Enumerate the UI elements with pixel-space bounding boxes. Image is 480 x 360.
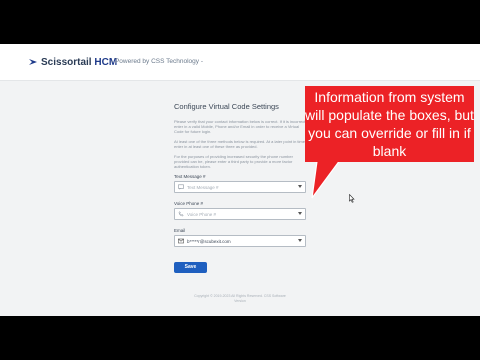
voice-phone-label: Voice Phone # — [174, 201, 204, 206]
chevron-down-icon — [298, 185, 302, 188]
text-message-value: Text Message # — [187, 184, 219, 190]
annotation-callout: Information from system will populate th… — [305, 86, 474, 162]
envelope-icon — [177, 237, 185, 245]
chevron-down-icon — [298, 212, 302, 215]
app-window: Scissortail HCM - Powered by CSS Technol… — [0, 44, 480, 316]
voice-phone-select[interactable]: Voice Phone # — [174, 208, 306, 220]
voice-phone-value: Voice Phone # — [187, 211, 217, 217]
mouse-cursor-icon — [349, 194, 355, 203]
brand-name: Scissortail HCM — [41, 56, 118, 68]
powered-by-text: - Powered by CSS Technology - — [111, 58, 204, 65]
virtual-code-settings-form: Configure Virtual Code Settings Please v… — [174, 102, 308, 273]
copyright-footer: Copyright © 2019-2023 All Rights Reserve… — [194, 294, 286, 303]
email-select[interactable]: b*****r@scubexit.com — [174, 235, 306, 247]
page-title: Configure Virtual Code Settings — [174, 102, 279, 111]
text-message-label: Text Message # — [174, 174, 206, 179]
text-message-select[interactable]: Text Message # — [174, 181, 306, 193]
phone-icon — [177, 210, 185, 218]
instructions-paragraph-3: For the purposes of providing increased … — [174, 154, 293, 169]
email-value: b*****r@scubexit.com — [187, 238, 231, 244]
top-header: Scissortail HCM - Powered by CSS Technol… — [0, 44, 480, 81]
instructions-paragraph-2: At least one of the three methods below … — [174, 139, 307, 149]
instructions-paragraph-1: Please verify that your contact informat… — [174, 119, 307, 134]
save-button[interactable]: Save — [174, 261, 207, 273]
chevron-down-icon — [298, 239, 302, 242]
brand-logo: Scissortail HCM — [28, 55, 117, 69]
scissortail-logo-icon — [29, 59, 37, 65]
email-label: Email — [174, 228, 186, 233]
message-icon — [177, 183, 185, 191]
